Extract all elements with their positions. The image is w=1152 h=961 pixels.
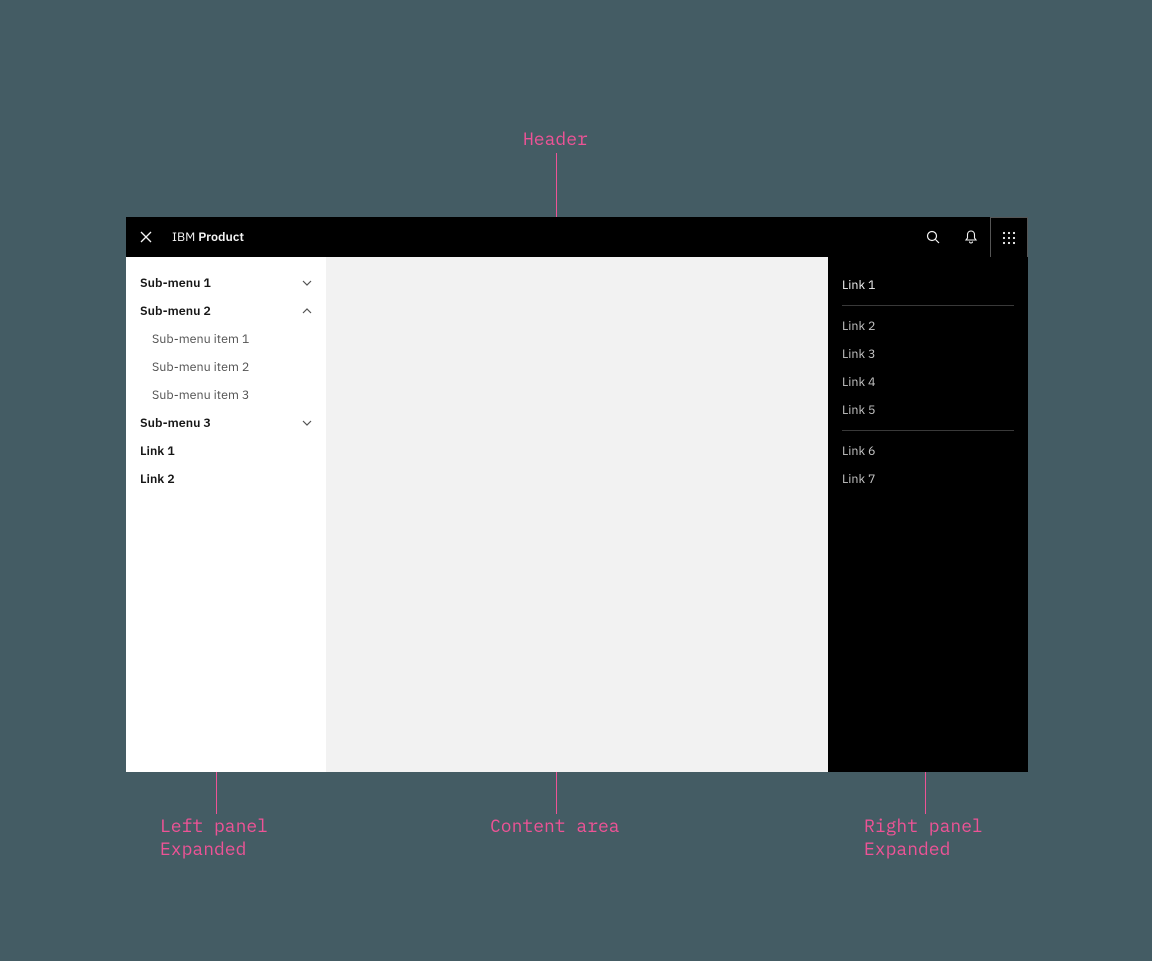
right-link-5[interactable]: Link 5 <box>828 396 1028 424</box>
notifications-button[interactable] <box>952 217 990 257</box>
brand-prefix: IBM <box>172 229 195 245</box>
content-area <box>326 257 828 772</box>
left-link-2[interactable]: Link 2 <box>126 465 326 493</box>
bell-icon <box>963 229 979 245</box>
right-link-1[interactable]: Link 1 <box>828 271 1028 299</box>
chevron-down-icon <box>302 418 312 428</box>
brand-product: Product <box>198 229 244 245</box>
annotation-right-panel: Right panel Expanded <box>864 814 983 861</box>
left-panel: Sub-menu 1 Sub-menu 2 Sub-menu item 1 Su… <box>126 257 326 772</box>
submenu-2-label: Sub-menu 2 <box>140 303 211 319</box>
submenu-1[interactable]: Sub-menu 1 <box>126 269 326 297</box>
app-switcher-button[interactable] <box>990 217 1028 257</box>
right-link-4[interactable]: Link 4 <box>828 368 1028 396</box>
right-panel: Link 1 Link 2 Link 3 Link 4 Link 5 Link … <box>828 257 1028 772</box>
close-icon <box>139 230 153 244</box>
ui-shell-frame: IBM Product <box>126 217 1028 772</box>
search-button[interactable] <box>914 217 952 257</box>
left-link-1[interactable]: Link 1 <box>126 437 326 465</box>
header-right <box>914 217 1028 257</box>
submenu-1-label: Sub-menu 1 <box>140 275 211 291</box>
annotation-content-area: Content area <box>490 814 620 837</box>
right-link-3[interactable]: Link 3 <box>828 340 1028 368</box>
menu-close-button[interactable] <box>126 217 166 257</box>
header-left: IBM Product <box>126 217 244 257</box>
annotation-left-panel: Left panel Expanded <box>160 814 268 861</box>
brand: IBM Product <box>172 229 244 245</box>
submenu-3-label: Sub-menu 3 <box>140 415 211 431</box>
grid-icon <box>1002 231 1016 245</box>
right-link-2[interactable]: Link 2 <box>828 312 1028 340</box>
submenu-2[interactable]: Sub-menu 2 <box>126 297 326 325</box>
submenu-3[interactable]: Sub-menu 3 <box>126 409 326 437</box>
right-link-6[interactable]: Link 6 <box>828 437 1028 465</box>
right-divider <box>842 430 1014 431</box>
right-link-7[interactable]: Link 7 <box>828 465 1028 493</box>
shell-body: Sub-menu 1 Sub-menu 2 Sub-menu item 1 Su… <box>126 257 1028 772</box>
chevron-up-icon <box>302 306 312 316</box>
submenu-2-item-1[interactable]: Sub-menu item 1 <box>126 325 326 353</box>
annotation-header: Header <box>523 127 588 150</box>
search-icon <box>925 229 941 245</box>
header: IBM Product <box>126 217 1028 257</box>
submenu-2-item-3[interactable]: Sub-menu item 3 <box>126 381 326 409</box>
submenu-2-item-2[interactable]: Sub-menu item 2 <box>126 353 326 381</box>
right-divider <box>842 305 1014 306</box>
chevron-down-icon <box>302 278 312 288</box>
